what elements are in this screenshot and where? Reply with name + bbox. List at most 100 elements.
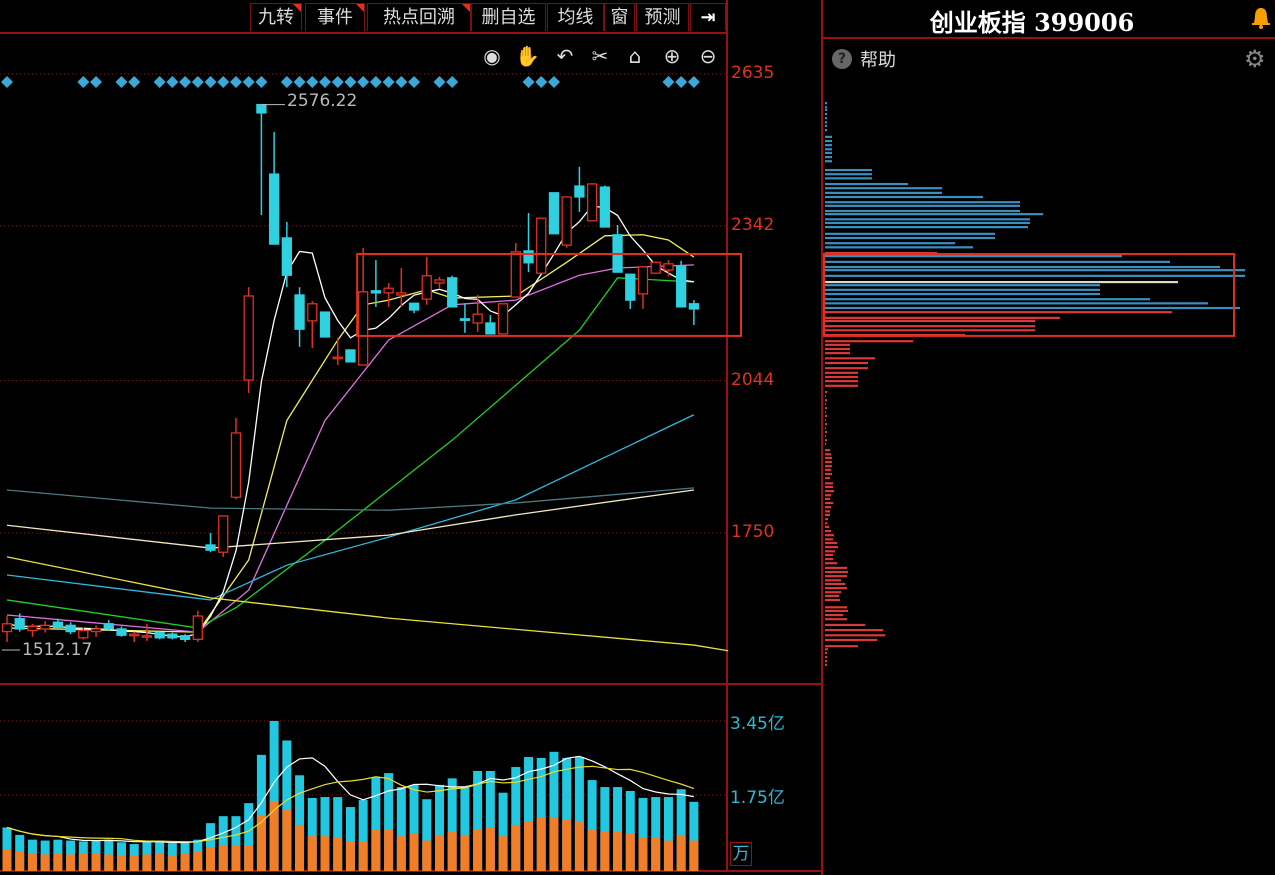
volume-profile-bar bbox=[825, 465, 832, 468]
candle-down bbox=[688, 303, 700, 310]
candle-up bbox=[586, 183, 598, 222]
volume-profile-bar bbox=[825, 213, 1043, 216]
candle-up bbox=[396, 292, 407, 296]
volume-profile-bar bbox=[825, 187, 942, 190]
candle-down bbox=[205, 544, 216, 551]
toolbar-button[interactable]: ⇥ bbox=[690, 3, 726, 31]
volume-profile-bar bbox=[825, 501, 833, 505]
ma5-line bbox=[6, 205, 694, 638]
volume-bars bbox=[2, 720, 699, 871]
volume-profile-bar bbox=[825, 613, 843, 617]
volume-bar-lower bbox=[460, 834, 470, 871]
volume-bar-lower bbox=[256, 814, 266, 871]
signal-diamond bbox=[306, 76, 319, 88]
volume-profile-bar bbox=[825, 663, 827, 666]
signal-diamond bbox=[153, 76, 166, 88]
toolbar-button[interactable]: 均线 bbox=[547, 3, 604, 31]
toolbar-button[interactable]: 热点回溯 bbox=[367, 3, 471, 31]
volume-profile-bar bbox=[825, 182, 908, 186]
scissors-icon[interactable]: ✂ bbox=[588, 44, 612, 68]
volume-bar-lower bbox=[104, 854, 114, 871]
eye-icon[interactable]: ◉ bbox=[480, 44, 504, 68]
signal-diamond bbox=[344, 76, 357, 88]
hand-icon[interactable]: ✋ bbox=[515, 44, 540, 68]
volume-bar-lower bbox=[651, 837, 661, 871]
volume-profile-bar bbox=[825, 139, 832, 143]
candle-down bbox=[14, 617, 25, 630]
gear-icon[interactable]: ⚙ bbox=[1244, 45, 1266, 73]
zoom-in-icon[interactable]: ⊕ bbox=[660, 44, 684, 68]
moving-average-line bbox=[6, 234, 695, 633]
signal-diamond bbox=[1, 76, 13, 88]
volume-profile-bar bbox=[825, 606, 847, 609]
candle-down bbox=[447, 277, 458, 308]
volume-bar-lower bbox=[320, 836, 330, 871]
volume-bar-lower bbox=[91, 853, 101, 871]
candle-down bbox=[256, 103, 267, 114]
volume-profile-bar bbox=[825, 407, 827, 410]
signal-diamond bbox=[204, 76, 217, 88]
volume-profile-bar bbox=[825, 329, 1035, 332]
signal-diamond bbox=[395, 76, 408, 88]
volume-profile-bar bbox=[825, 418, 826, 422]
volume-bar-lower bbox=[155, 853, 165, 871]
candle-down bbox=[281, 237, 292, 276]
volume-profile-bar bbox=[825, 112, 827, 116]
volume-profile-bar bbox=[825, 236, 995, 240]
candle-up bbox=[1, 623, 13, 633]
kline-chart[interactable] bbox=[0, 0, 1275, 875]
candle-up bbox=[510, 251, 521, 298]
signal-diamond bbox=[191, 76, 204, 88]
toolbar-button[interactable]: 窗 bbox=[604, 3, 635, 31]
volume-profile-bar bbox=[825, 494, 831, 497]
price-tick-label: 1750 bbox=[731, 522, 775, 543]
volume-profile-bar bbox=[825, 570, 848, 574]
signal-diamond bbox=[369, 76, 382, 88]
volume-unit-label[interactable]: 万 bbox=[730, 842, 752, 866]
volume-tick-label: 3.45亿 bbox=[730, 713, 785, 734]
toolbar-button[interactable]: 删自选 bbox=[471, 3, 546, 31]
volume-profile-bar bbox=[825, 534, 834, 537]
candle-up bbox=[536, 217, 547, 274]
volume-bar-lower bbox=[689, 840, 699, 871]
candle-up bbox=[637, 266, 649, 295]
candle-down bbox=[523, 250, 534, 264]
volume-profile-bar bbox=[825, 124, 827, 128]
volume-bar-lower bbox=[536, 817, 546, 871]
signal-diamond bbox=[293, 76, 306, 88]
volume-profile-bar bbox=[825, 395, 826, 398]
undo-icon[interactable]: ↶ bbox=[553, 44, 577, 68]
new-flag-icon bbox=[356, 4, 364, 12]
volume-profile-bar bbox=[825, 562, 837, 565]
volume-bar-lower bbox=[587, 830, 597, 871]
candle-up bbox=[332, 356, 343, 360]
volume-bar-lower bbox=[562, 820, 572, 871]
volume-profile-bar bbox=[825, 151, 832, 155]
volume-profile-bar bbox=[825, 288, 1100, 291]
zoom-out-icon[interactable]: ⊖ bbox=[696, 44, 720, 68]
volume-profile-bar bbox=[825, 485, 833, 489]
toolbar-button[interactable]: 预测 bbox=[636, 3, 689, 31]
volume-profile-bar bbox=[825, 427, 826, 430]
volume-profile-bar bbox=[825, 371, 858, 374]
volume-profile-bar bbox=[825, 221, 1030, 225]
volume-profile-bar bbox=[825, 402, 826, 406]
volume-profile-bar bbox=[825, 160, 832, 163]
toolbar-button-label: 窗 bbox=[610, 7, 629, 28]
toolbar-button[interactable]: 九转 bbox=[250, 3, 302, 31]
volume-bar-lower bbox=[206, 847, 216, 871]
volume-profile-bar bbox=[825, 102, 827, 105]
volume-bar-lower bbox=[333, 837, 343, 871]
toolbar-button-label: 删自选 bbox=[481, 7, 536, 28]
candle-down bbox=[485, 322, 496, 335]
toolbar-button[interactable]: 事件 bbox=[305, 3, 365, 31]
volume-bar-lower bbox=[53, 853, 63, 871]
volume-profile-bar bbox=[825, 538, 833, 541]
toolbar-button-label: 热点回溯 bbox=[383, 7, 455, 28]
volume-profile-bar bbox=[825, 550, 835, 553]
bell-icon[interactable] bbox=[1250, 6, 1272, 30]
volume-profile-bar bbox=[825, 144, 832, 147]
signal-diamond bbox=[522, 76, 535, 88]
unlock-icon[interactable]: ⌂ bbox=[623, 44, 647, 68]
help-button[interactable]: ? 帮助 bbox=[832, 46, 896, 72]
